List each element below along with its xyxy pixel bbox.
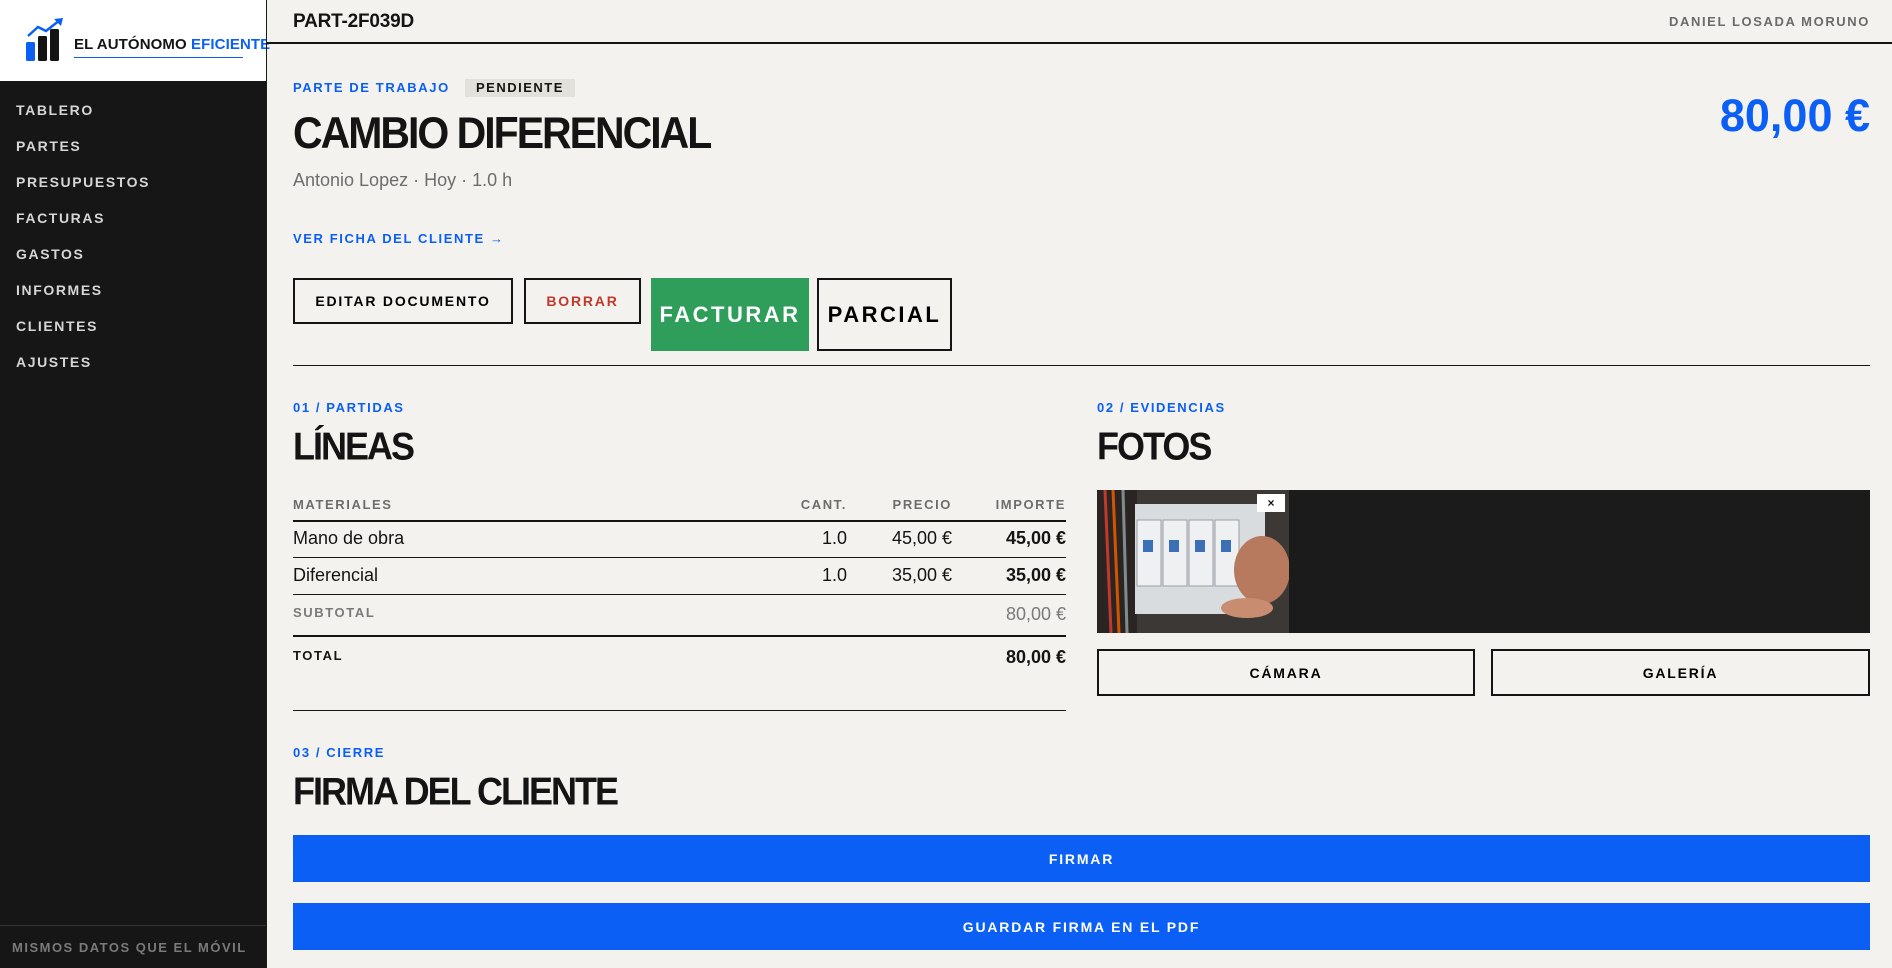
delete-button[interactable]: BORRAR [524,278,641,324]
status-badge: PENDIENTE [465,79,575,97]
sign-button[interactable]: FIRMAR [293,835,1870,882]
brand-name-part1: EL AUTÓNOMO [74,36,187,53]
user-name[interactable]: DANIEL LOSADA MORUNO [1669,14,1870,29]
photos-title: FOTOS [1097,424,1212,469]
document-total: 80,00 € [1719,90,1870,141]
signature-title: FIRMA DEL CLIENTE [293,769,619,814]
total-label: TOTAL [293,648,344,663]
lines-title: LÍNEAS [293,424,415,469]
total-value: 80,00 € [1005,647,1066,667]
row-rule [293,594,1066,595]
brand-name: EL AUTÓNOMO EFICIENTE [74,36,270,53]
table-header-rule [293,520,1066,522]
line-amount: 45,00 € [1005,528,1066,548]
document-meta: Antonio Lopez · Hoy · 1.0 h [293,170,513,190]
line-amount: 35,00 € [1005,565,1066,585]
logo[interactable]: EL AUTÓNOMO EFICIENTE [0,0,270,81]
sidebar-nav: TABLERO PARTES PRESUPUESTOS FACTURAS GAS… [16,101,150,389]
line-qty: 1.0 [821,565,847,585]
signature-kicker: 03 / CIERRE [293,745,386,760]
brand-underline [74,57,243,58]
camera-button[interactable]: CÁMARA [1097,649,1475,696]
row-rule [293,557,1066,558]
line-qty: 1.0 [821,528,847,548]
bar-chart-trend-icon [26,18,63,61]
subtotal-value: 80,00 € [1005,604,1066,624]
photos-kicker: 02 / EVIDENCIAS [1097,400,1226,415]
line-price: 45,00 € [891,528,952,548]
lines-kicker: 01 / PARTIDAS [293,400,405,415]
subtotal-label: SUBTOTAL [293,605,376,620]
sidebar-item-informes[interactable]: INFORMES [16,281,150,317]
sync-note: MISMOS DATOS QUE EL MÓVIL [12,940,247,955]
sidebar-item-gastos[interactable]: GASTOS [16,245,150,281]
column-header-price: PRECIO [892,497,952,512]
save-signature-pdf-button[interactable]: GUARDAR FIRMA EN EL PDF [293,903,1870,950]
line-price: 35,00 € [891,565,952,585]
column-header-qty: CANT. [800,497,847,512]
line-name: Mano de obra [293,528,405,548]
column-header-amount: IMPORTE [995,497,1066,512]
photo-strip [1097,490,1870,633]
sidebar-item-clientes[interactable]: CLIENTES [16,317,150,353]
sidebar-item-facturas[interactable]: FACTURAS [16,209,150,245]
edit-document-button[interactable]: EDITAR DOCUMENTO [293,278,513,324]
document-code: PART-2F039D [293,11,414,32]
gallery-button[interactable]: GALERÍA [1491,649,1870,696]
partial-invoice-button[interactable]: PARCIAL [817,278,952,351]
client-link[interactable]: VER FICHA DEL CLIENTE → [293,231,505,246]
sidebar: EL AUTÓNOMO EFICIENTE TABLERO PARTES PRE… [0,0,270,968]
section-divider [293,365,1870,366]
sidebar-item-partes[interactable]: PARTES [16,137,150,173]
total-rule [293,635,1066,637]
sidebar-item-ajustes[interactable]: AJUSTES [16,353,150,389]
lines-bottom-rule [293,710,1066,711]
sidebar-divider [266,0,267,968]
column-header-materials: MATERIALES [293,497,393,512]
page-title: CAMBIO DIFERENCIAL [293,108,712,158]
invoice-button[interactable]: FACTURAR [651,278,809,351]
topbar: PART-2F039D DANIEL LOSADA MORUNO [267,0,1892,44]
sidebar-item-presupuestos[interactable]: PRESUPUESTOS [16,173,150,209]
sidebar-footer: MISMOS DATOS QUE EL MÓVIL [0,925,266,968]
brand-name-part2: EFICIENTE [191,36,271,53]
sidebar-item-tablero[interactable]: TABLERO [16,101,150,137]
line-name: Diferencial [293,565,379,585]
remove-photo-button[interactable]: × [1257,494,1285,512]
document-type: PARTE DE TRABAJO [293,80,450,95]
